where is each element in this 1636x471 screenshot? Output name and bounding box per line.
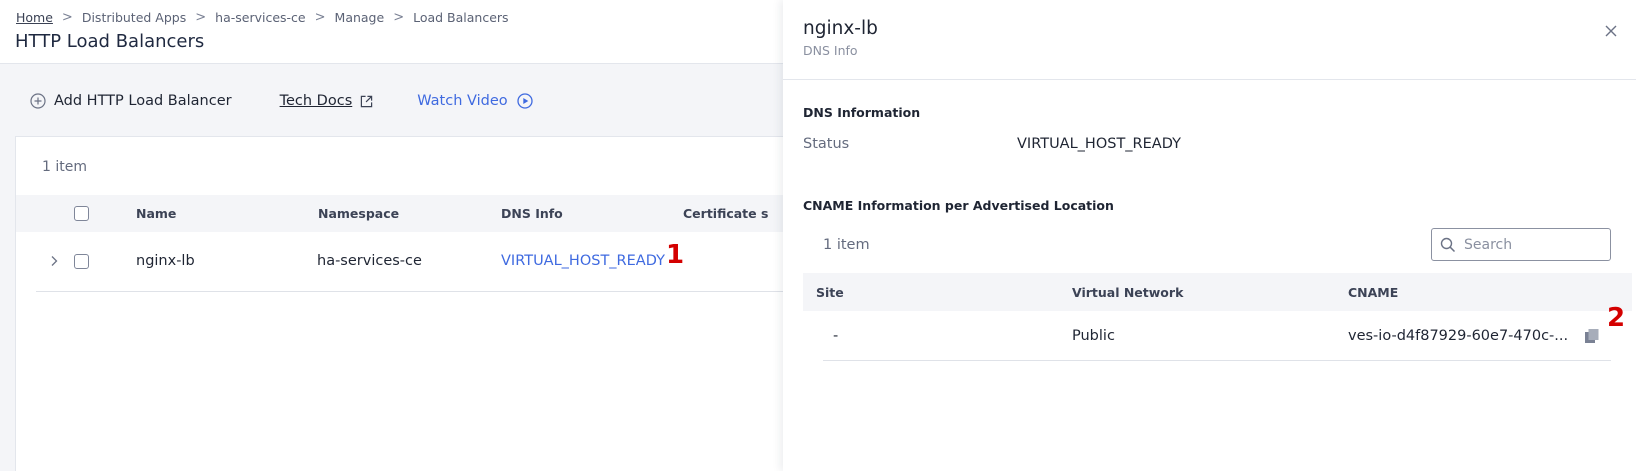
cname-information-heading: CNAME Information per Advertised Locatio… [803, 198, 1114, 213]
close-icon[interactable] [1603, 23, 1619, 39]
column-header-cname[interactable]: CNAME [1348, 285, 1398, 300]
breadcrumb-home[interactable]: Home [16, 10, 53, 25]
row-dns-info-link[interactable]: VIRTUAL_HOST_READY [501, 253, 665, 269]
row-cname: ves-io-d4f87929-60e7-470c-... [1348, 328, 1569, 344]
breadcrumb-separator: > [314, 10, 326, 25]
item-count: 1 item [42, 159, 87, 175]
watch-video-label: Watch Video [417, 93, 508, 109]
tech-docs-label: Tech Docs [279, 93, 353, 109]
load-balancer-table: 1 item Name Namespace DNS Info Certifica… [15, 136, 784, 471]
table-row[interactable]: nginx-lb ha-services-ce VIRTUAL_HOST_REA… [36, 232, 784, 292]
column-header-virtual-network[interactable]: Virtual Network [1072, 285, 1183, 300]
toolbar: Add HTTP Load Balancer Tech Docs Watch V… [30, 88, 533, 114]
column-header-namespace[interactable]: Namespace [318, 206, 399, 221]
search-input[interactable] [1464, 236, 1604, 253]
page-header: Home > Distributed Apps > ha-services-ce… [0, 0, 783, 64]
breadcrumb-separator: > [195, 10, 207, 25]
page-title: HTTP Load Balancers [15, 31, 205, 52]
column-header-dns-info[interactable]: DNS Info [501, 206, 563, 221]
play-circle-icon [516, 93, 533, 109]
row-site: - [833, 328, 839, 344]
dns-info-drawer: nginx-lb DNS Info DNS Information Status… [783, 0, 1636, 471]
drawer-subtitle: DNS Info [803, 43, 858, 58]
breadcrumb-separator: > [393, 10, 405, 25]
row-checkbox[interactable] [74, 254, 89, 269]
column-header-name[interactable]: Name [136, 206, 176, 221]
breadcrumb-distributed-apps[interactable]: Distributed Apps [82, 10, 186, 25]
column-header-certificate[interactable]: Certificate s [683, 206, 768, 221]
breadcrumb-namespace[interactable]: ha-services-ce [215, 10, 305, 25]
plus-circle-icon [30, 93, 46, 109]
breadcrumb-manage[interactable]: Manage [335, 10, 385, 25]
dns-information-heading: DNS Information [803, 105, 921, 120]
tech-docs-link[interactable]: Tech Docs [280, 93, 374, 109]
breadcrumb-separator: > [61, 10, 73, 25]
annotation-marker-1: 1 [666, 240, 685, 270]
row-namespace: ha-services-ce [317, 253, 422, 269]
drawer-header: nginx-lb DNS Info [783, 0, 1636, 80]
status-value: VIRTUAL_HOST_READY [1017, 136, 1181, 152]
table-row: - Public ves-io-d4f87929-60e7-470c-... 2 [823, 303, 1625, 361]
cname-table-header: Site Virtual Network CNAME [803, 273, 1632, 311]
external-link-icon [361, 95, 373, 107]
breadcrumb: Home > Distributed Apps > ha-services-ce… [16, 10, 509, 25]
main-page: Home > Distributed Apps > ha-services-ce… [0, 0, 784, 471]
row-virtual-network: Public [1072, 328, 1115, 344]
search-icon [1440, 237, 1456, 252]
add-http-load-balancer-button[interactable]: Add HTTP Load Balancer [30, 93, 232, 109]
add-http-load-balancer-label: Add HTTP Load Balancer [54, 93, 232, 109]
chevron-right-icon[interactable] [48, 254, 60, 268]
search-field[interactable] [1431, 228, 1611, 261]
annotation-marker-2: 2 [1607, 303, 1626, 333]
status-label: Status [803, 136, 850, 152]
breadcrumb-load-balancers: Load Balancers [413, 10, 509, 25]
copy-icon[interactable] [1584, 328, 1600, 344]
table-header: Name Namespace DNS Info Certificate s [16, 195, 784, 232]
select-all-checkbox[interactable] [74, 206, 89, 221]
cname-item-count: 1 item [823, 237, 870, 253]
column-header-site[interactable]: Site [816, 285, 844, 300]
watch-video-link[interactable]: Watch Video [417, 93, 533, 109]
row-name: nginx-lb [136, 253, 195, 269]
drawer-title: nginx-lb [803, 18, 878, 39]
